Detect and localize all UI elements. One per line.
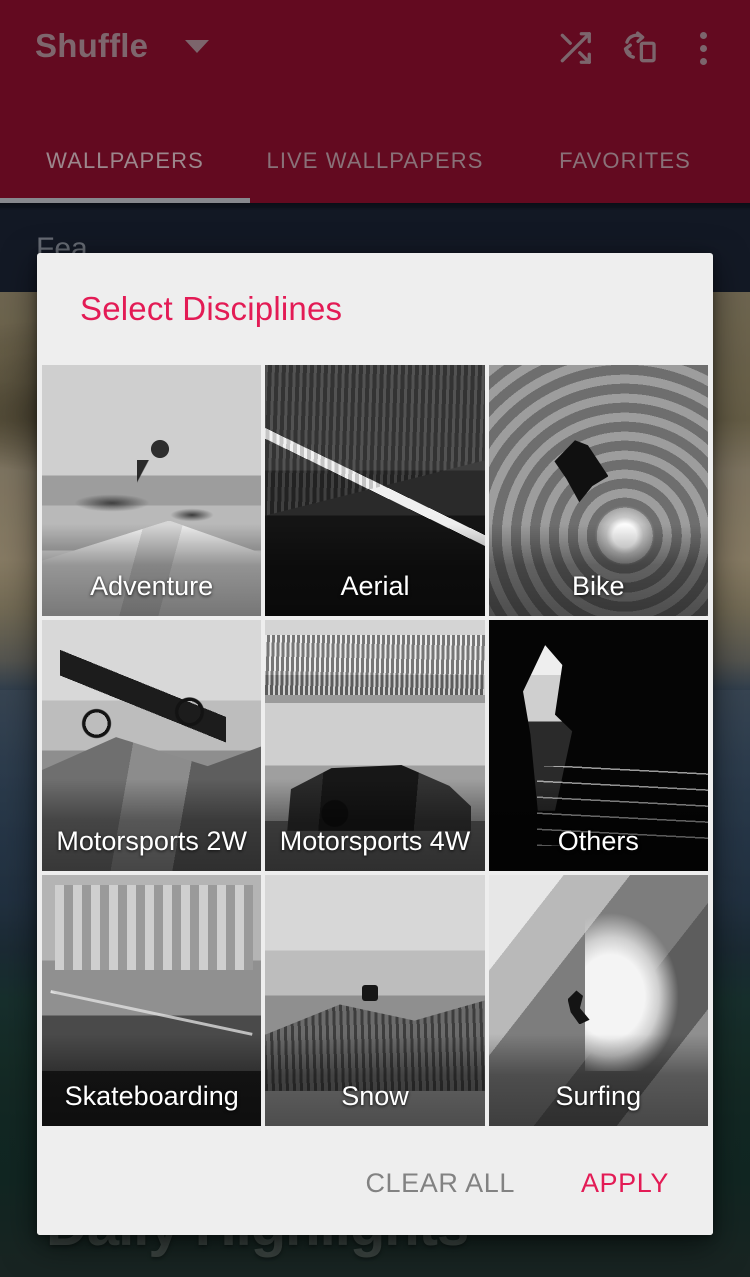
label-shade <box>488 1034 708 1126</box>
dialog-title: Select Disciplines <box>80 290 343 327</box>
app-screen: Fea Daily Highlights Shuffle <box>0 0 750 1277</box>
discipline-tile-skateboarding[interactable]: Skateboarding <box>42 875 262 1126</box>
discipline-label: Skateboarding <box>64 1081 239 1111</box>
label-shade <box>488 779 708 871</box>
label-shade <box>488 524 708 616</box>
dialog-action-bar: CLEAR ALL APPLY <box>37 1131 713 1235</box>
discipline-label: Adventure <box>90 571 214 601</box>
discipline-tile-surfing[interactable]: Surfing <box>488 875 708 1126</box>
select-disciplines-dialog: Select Disciplines Adventure Aerial Bike <box>37 253 713 1235</box>
clear-all-button[interactable]: CLEAR ALL <box>361 1160 518 1207</box>
discipline-tile-adventure[interactable]: Adventure <box>42 365 262 616</box>
label-shade <box>42 524 262 616</box>
discipline-tile-aerial[interactable]: Aerial <box>265 365 485 616</box>
discipline-label: Aerial <box>340 571 410 601</box>
discipline-tile-motorsports-2w[interactable]: Motorsports 2W <box>42 620 262 871</box>
label-shade <box>265 1034 485 1126</box>
discipline-label: Bike <box>572 571 625 601</box>
discipline-tile-bike[interactable]: Bike <box>488 365 708 616</box>
label-shade <box>265 524 485 616</box>
discipline-tile-motorsports-4w[interactable]: Motorsports 4W <box>265 620 485 871</box>
discipline-label: Motorsports 2W <box>56 826 247 856</box>
discipline-tile-snow[interactable]: Snow <box>265 875 485 1126</box>
discipline-label: Motorsports 4W <box>279 826 471 856</box>
discipline-label: Surfing <box>555 1081 642 1111</box>
disciplines-grid: Adventure Aerial Bike Motorsports 2W Mot… <box>37 365 713 1131</box>
discipline-label: Snow <box>341 1081 409 1111</box>
label-shade <box>42 779 262 871</box>
label-shade <box>265 779 485 871</box>
label-shade <box>42 1034 262 1126</box>
discipline-label: Others <box>557 826 639 856</box>
discipline-tile-others[interactable]: Others <box>488 620 708 871</box>
apply-button[interactable]: APPLY <box>577 1160 673 1207</box>
